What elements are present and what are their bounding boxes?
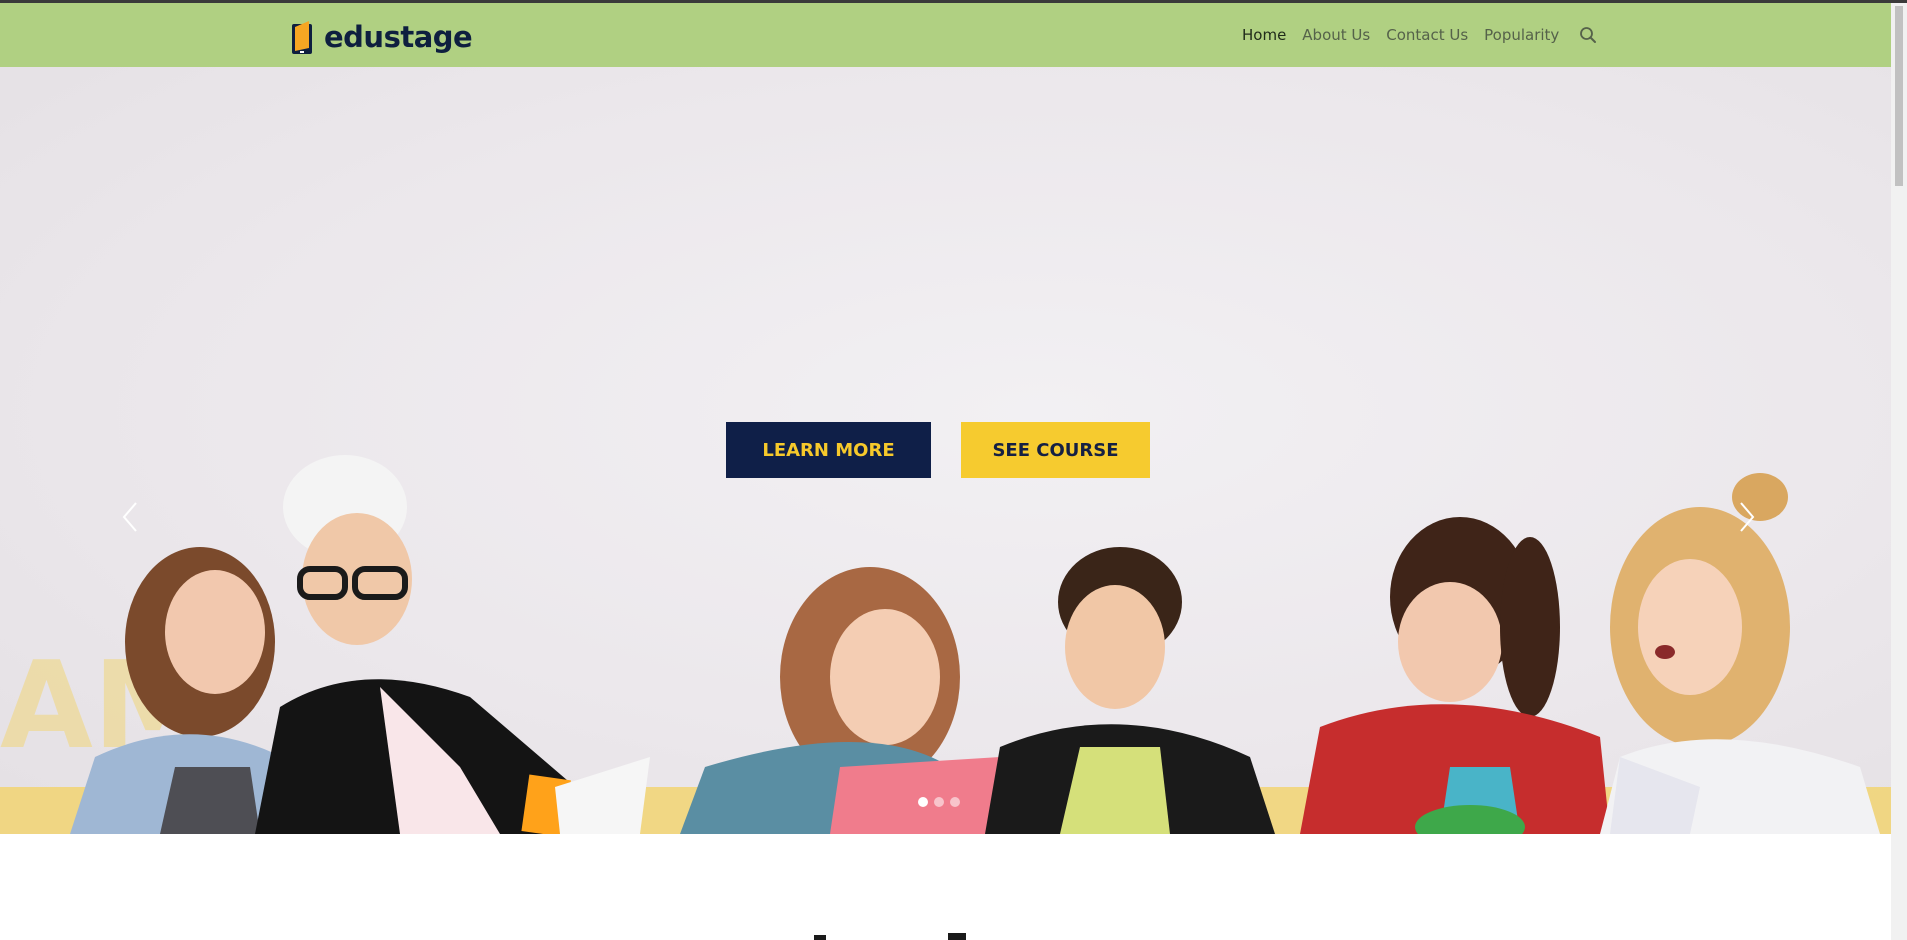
slider-dot-1[interactable]	[918, 797, 928, 807]
see-course-button[interactable]: SEE COURSE	[961, 422, 1150, 478]
nav-popularity[interactable]: Popularity	[1484, 26, 1559, 44]
slider-prev-arrow-icon[interactable]	[120, 500, 140, 534]
nav-contact-us[interactable]: Contact Us	[1386, 26, 1468, 44]
learn-more-button[interactable]: LEARN MORE	[726, 422, 931, 478]
hero-slider: AM	[0, 67, 1891, 834]
brand-logo[interactable]: edustage	[290, 17, 473, 57]
nav-home[interactable]: Home	[1242, 26, 1286, 44]
students-photo: AM	[0, 455, 1891, 834]
brand-name: edustage	[324, 20, 473, 54]
slider-dot-2[interactable]	[934, 797, 944, 807]
slider-next-arrow-icon[interactable]	[1737, 500, 1757, 534]
section-heading-partial	[800, 928, 1000, 940]
slider-dot-3[interactable]	[950, 797, 960, 807]
nav-about-us[interactable]: About Us	[1302, 26, 1370, 44]
slider-dots	[918, 797, 960, 807]
book-phone-logo-icon	[292, 21, 312, 54]
main-nav: Home About Us Contact Us Popularity	[1242, 26, 1597, 44]
navbar: edustage Home About Us Contact Us Popula…	[0, 3, 1891, 67]
page-scrollbar-thumb[interactable]	[1895, 6, 1903, 186]
search-icon[interactable]	[1579, 26, 1597, 44]
